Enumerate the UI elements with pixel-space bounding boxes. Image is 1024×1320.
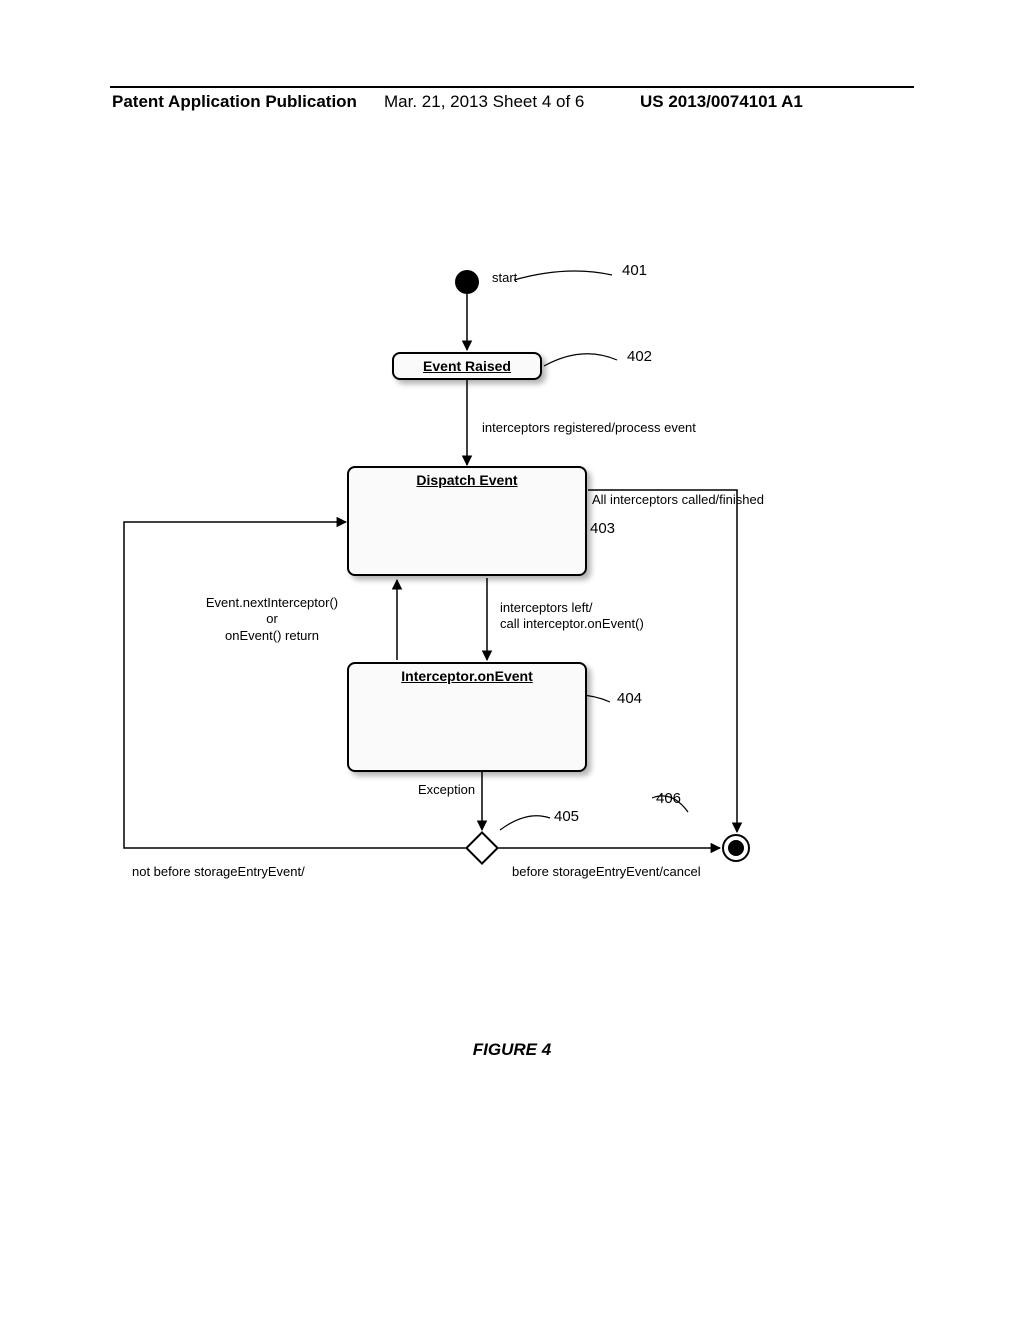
edge-decision-to-dispatch: not before storageEntryEvent/: [132, 864, 305, 880]
header-rule: [110, 86, 914, 88]
start-node: [455, 270, 479, 294]
state-event-raised-title: Event Raised: [394, 354, 540, 378]
state-interceptor-onEvent: Interceptor.onEvent: [347, 662, 587, 772]
state-interceptor-onEvent-title: Interceptor.onEvent: [349, 664, 585, 688]
state-diagram: start 401 Event Raised 402 interceptors …: [112, 270, 912, 950]
state-event-raised: Event Raised: [392, 352, 542, 380]
ref-403: 403: [590, 520, 615, 537]
edge-exception: Exception: [418, 782, 475, 798]
ref-405: 405: [554, 808, 579, 825]
state-dispatch-event: Dispatch Event: [347, 466, 587, 576]
edge-raised-to-dispatch: interceptors registered/process event: [482, 420, 696, 436]
ref-404: 404: [617, 690, 642, 707]
ref-401: 401: [622, 262, 647, 279]
edge-decision-to-end: before storageEntryEvent/cancel: [512, 864, 701, 880]
end-node: [722, 834, 750, 862]
start-label: start: [492, 270, 517, 286]
decision-node: [465, 831, 499, 865]
page: Patent Application Publication Mar. 21, …: [0, 0, 1024, 1320]
state-dispatch-event-title: Dispatch Event: [349, 468, 585, 492]
header-pub-number: US 2013/0074101 A1: [640, 92, 803, 112]
figure-label: FIGURE 4: [0, 1040, 1024, 1060]
ref-402: 402: [627, 348, 652, 365]
edge-dispatch-to-onEvent: interceptors left/ call interceptor.onEv…: [500, 600, 644, 633]
ref-406: 406: [656, 790, 681, 807]
header-publication: Patent Application Publication: [112, 92, 357, 112]
edge-onEvent-to-dispatch: Event.nextInterceptor() or onEvent() ret…: [172, 595, 372, 644]
header-date-sheet: Mar. 21, 2013 Sheet 4 of 6: [384, 92, 584, 112]
edge-dispatch-to-end: All interceptors called/finished: [592, 492, 764, 508]
